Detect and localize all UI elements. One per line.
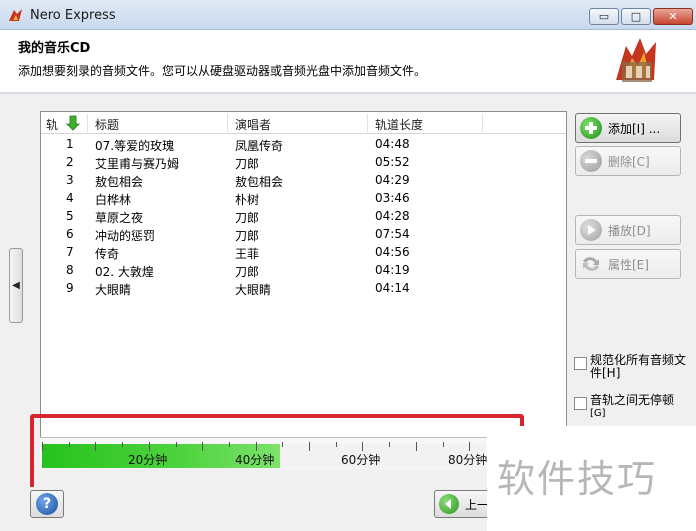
track-length: 04:56 [375,245,410,259]
track-artist: 王菲 [235,247,260,261]
track-length: 04:28 [375,209,410,223]
properties-icon [580,253,602,275]
track-number: 9 [66,281,74,295]
track-rows: 1 07.等爱的玫瑰 凤凰传奇 04:48 2 艾里甫与赛乃姆 刀郎 05:52 3 敖包相会 敖包… [41,136,566,298]
track-number: 2 [66,155,74,169]
column-title[interactable]: 标题 [95,116,119,133]
window-title: Nero Express [30,8,116,23]
track-title: 大眼睛 [95,283,132,297]
track-length: 04:19 [375,263,410,277]
maximize-icon: □ [630,10,642,23]
normalize-checkbox[interactable] [574,357,587,370]
track-artist: 大眼睛 [235,283,272,297]
play-button[interactable]: 播放[D] [575,215,681,245]
watermark-text: 软件技巧 [497,457,658,501]
column-separator [367,114,368,132]
track-length: 07:54 [375,227,410,241]
no-pause-option[interactable]: 音轨之间无停顿 [G] [574,394,694,420]
track-artist: 刀郎 [235,211,260,225]
table-row[interactable]: 3 敖包相会 敖包相会 04:29 [41,172,566,190]
track-artist: 刀郎 [235,265,260,279]
track-number: 5 [66,209,74,223]
delete-button-label: 删除[C] [608,154,650,169]
track-title: 02. 大敦煌 [95,265,154,279]
track-title: 白桦林 [95,193,132,207]
help-icon: ? [36,493,58,515]
no-pause-shortcut: [G] [590,408,606,419]
track-number: 3 [66,173,74,187]
track-number: 6 [66,227,74,241]
properties-button[interactable]: 属性[E] [575,249,681,279]
track-title: 07.等爱的玫瑰 [95,139,175,153]
table-row[interactable]: 4 白桦林 朴树 03:46 [41,190,566,208]
triangle-left-icon: ◀ [12,280,20,291]
track-length: 03:46 [375,191,410,205]
track-number: 8 [66,263,74,277]
table-row[interactable]: 6 冲动的惩罚 刀郎 07:54 [41,226,566,244]
column-separator [482,114,483,132]
minimize-button[interactable]: ▭ [589,8,619,25]
arrow-left-icon [439,494,459,514]
help-button[interactable]: ? [30,490,64,518]
track-number: 4 [66,191,74,205]
track-artist: 刀郎 [235,157,260,171]
table-row[interactable]: 9 大眼睛 大眼睛 04:14 [41,280,566,298]
track-length: 04:29 [375,173,410,187]
track-title: 冲动的惩罚 [95,229,156,243]
column-artist[interactable]: 演唱者 [235,116,271,133]
minus-icon [580,150,602,172]
track-title: 敖包相会 [95,175,144,189]
no-pause-checkbox[interactable] [574,397,587,410]
play-icon [580,219,602,241]
plus-icon [580,117,602,139]
table-row[interactable]: 7 传奇 王菲 04:56 [41,244,566,262]
table-row[interactable]: 8 02. 大敦煌 刀郎 04:19 [41,262,566,280]
track-title: 艾里甫与赛乃姆 [95,157,180,171]
close-button[interactable]: ✕ [653,8,693,25]
minimize-icon: ▭ [598,10,610,23]
track-artist: 朴树 [235,193,260,207]
back-button-label: 上一 [465,497,490,512]
collapse-panel-button[interactable]: ◀ [9,248,23,323]
title-bar: Nero Express ▭ □ ✕ [0,0,696,30]
track-title: 传奇 [95,247,120,261]
nero-app-icon [9,9,22,21]
track-artist: 凤凰传奇 [235,139,284,153]
list-header: 轨 标题 演唱者 轨道长度 [41,112,566,134]
nero-logo-icon [616,38,656,82]
table-row[interactable]: 2 艾里甫与赛乃姆 刀郎 05:52 [41,154,566,172]
page-header: 我的音乐CD 添加想要刻录的音频文件。您可以从硬盘驱动器或音频光盘中添加音频文件… [0,30,696,92]
track-number: 1 [66,137,74,151]
track-length: 04:14 [375,281,410,295]
track-number: 7 [66,245,74,259]
track-artist: 刀郎 [235,229,260,243]
delete-button[interactable]: 删除[C] [575,146,681,176]
add-button-label: 添加[I] ... [608,121,661,136]
column-separator [87,114,88,132]
track-artist: 敖包相会 [235,175,284,189]
no-pause-label: 音轨之间无停顿 [G] [590,394,694,420]
column-number[interactable]: 轨 [46,116,58,133]
back-button[interactable]: 上一 [434,490,494,518]
column-length[interactable]: 轨道长度 [375,116,423,133]
add-button[interactable]: 添加[I] ... [575,113,681,143]
close-icon: ✕ [668,10,678,23]
sort-arrow-icon[interactable] [66,115,80,131]
properties-button-label: 属性[E] [608,257,649,272]
track-list[interactable]: 轨 标题 演唱者 轨道长度 1 07.等爱的玫瑰 凤凰传奇 04:48 2 艾里甫与赛乃姆… [40,111,567,441]
maximize-button[interactable]: □ [621,8,651,25]
column-separator [227,114,228,132]
no-pause-text: 音轨之间无停顿 [590,393,675,407]
normalize-option[interactable]: 规范化所有音频文件[H] [574,354,694,380]
play-button-label: 播放[D] [608,223,651,238]
table-row[interactable]: 1 07.等爱的玫瑰 凤凰传奇 04:48 [41,136,566,154]
annotation-highlight-box [30,414,524,491]
track-length: 04:48 [375,137,410,151]
normalize-label: 规范化所有音频文件[H] [590,353,687,380]
track-length: 05:52 [375,155,410,169]
page-title: 我的音乐CD [18,41,91,56]
table-row[interactable]: 5 草原之夜 刀郎 04:28 [41,208,566,226]
track-title: 草原之夜 [95,211,144,225]
page-description: 添加想要刻录的音频文件。您可以从硬盘驱动器或音频光盘中添加音频文件。 [18,64,427,78]
